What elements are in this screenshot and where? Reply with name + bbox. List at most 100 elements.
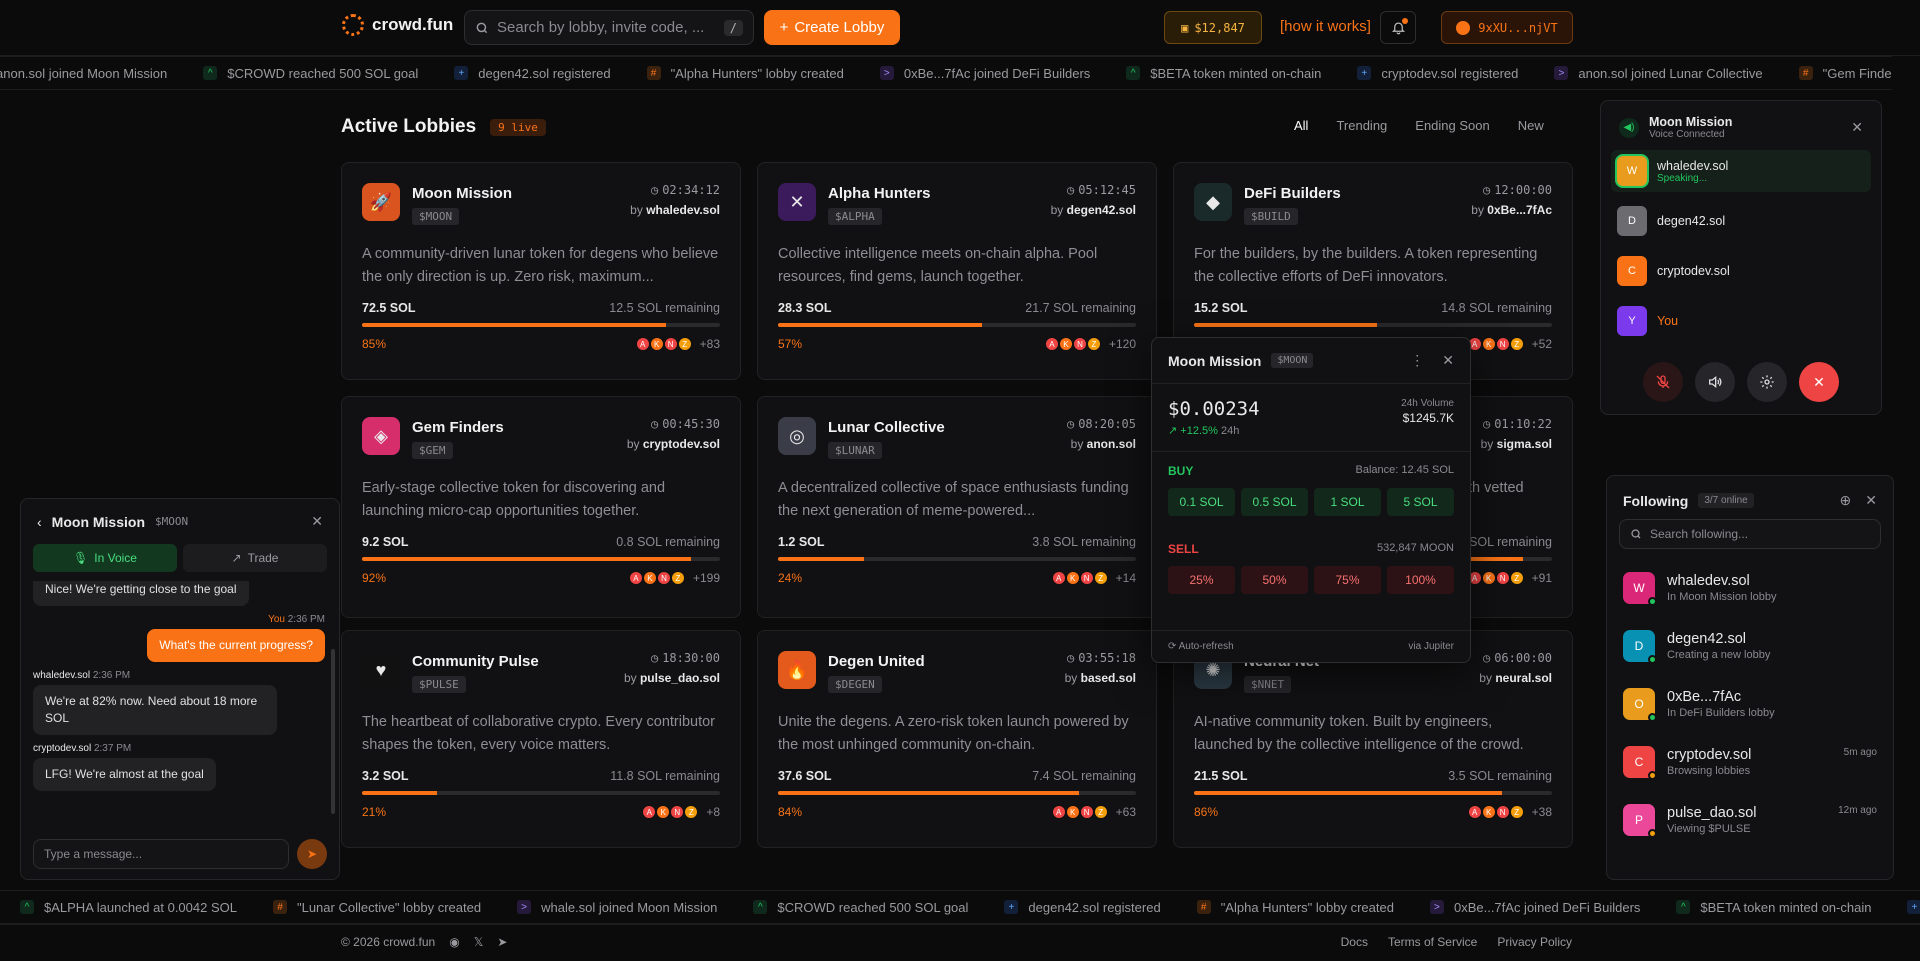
- voice-user[interactable]: D degen42.sol: [1611, 200, 1871, 242]
- avatar: N: [1079, 571, 1094, 585]
- volume-icon: [1709, 375, 1722, 389]
- search-input[interactable]: Search by lobby, invite code, ... /: [464, 10, 754, 45]
- token-icon: ✕: [778, 183, 816, 221]
- lobby-card[interactable]: ♥ Community Pulse $PULSE ◷ 18:30:00 by pu…: [341, 630, 741, 848]
- volume-value: $1245.7K: [1402, 411, 1454, 425]
- buy-option-button[interactable]: 0.1 SOL: [1168, 488, 1235, 516]
- lobby-card[interactable]: 🔥 Degen United $DEGEN ◷ 03:55:18 by based…: [757, 630, 1157, 848]
- following-name: degen42.sol: [1667, 631, 1747, 647]
- how-it-works-link[interactable]: [how it works]: [1280, 18, 1371, 35]
- ticker-item: # "Gem Finders" lobby created: [1798, 66, 1892, 81]
- ticker-text: anon.sol joined Moon Mission: [0, 65, 168, 81]
- sell-option-button[interactable]: 50%: [1241, 566, 1308, 594]
- ticker-text: cryptodev.sol registered: [1381, 65, 1519, 81]
- lobby-card[interactable]: ✕ Alpha Hunters $ALPHA ◷ 05:12:45 by dege…: [757, 162, 1157, 380]
- lobby-card[interactable]: ◈ Gem Finders $GEM ◷ 00:45:30 by cryptode…: [341, 396, 741, 618]
- filter-trending[interactable]: Trending: [1336, 118, 1387, 133]
- send-button[interactable]: ➤: [297, 839, 327, 869]
- chat-scrollbar[interactable]: [331, 649, 335, 814]
- filter-new[interactable]: New: [1518, 118, 1544, 133]
- privacy-link[interactable]: Privacy Policy: [1497, 935, 1572, 949]
- buy-option-button[interactable]: 0.5 SOL: [1241, 488, 1308, 516]
- tab-trade[interactable]: ↗ Trade: [183, 544, 327, 572]
- avatar-initial: P: [1634, 813, 1643, 827]
- lobby-card[interactable]: 🚀 Moon Mission $MOON ◷ 02:34:12 by whaled…: [341, 162, 741, 380]
- following-user[interactable]: D degen42.sol Creating a new lobby: [1607, 617, 1893, 675]
- following-title: Following: [1623, 492, 1689, 509]
- filter-ending-soon[interactable]: Ending Soon: [1415, 118, 1489, 133]
- search-placeholder: Search by lobby, invite code, ...: [497, 19, 705, 36]
- sell-option-button[interactable]: 75%: [1314, 566, 1381, 594]
- following-user[interactable]: W whaledev.sol In Moon Mission lobby: [1607, 559, 1893, 617]
- following-user[interactable]: O 0xBe...7fAc In DeFi Builders lobby: [1607, 675, 1893, 733]
- following-user[interactable]: C cryptodev.sol Browsing lobbies 5m ago: [1607, 733, 1893, 791]
- create-lobby-button[interactable]: + Create Lobby: [764, 10, 900, 45]
- wallet-button[interactable]: 9xXU...njVT: [1441, 11, 1573, 44]
- creator-name[interactable]: based.sol: [1081, 671, 1136, 685]
- close-icon: ✕: [1813, 373, 1825, 390]
- balance-badge[interactable]: ▣ $12,847: [1164, 11, 1262, 44]
- close-icon[interactable]: ✕: [1851, 119, 1863, 136]
- close-icon[interactable]: ✕: [311, 513, 323, 530]
- creator-name[interactable]: 0xBe...7fAc: [1487, 203, 1552, 217]
- lobby-name: Degen United: [828, 653, 925, 670]
- following-name: pulse_dao.sol: [1667, 805, 1757, 821]
- avatar: A: [1051, 571, 1066, 585]
- raised-amount: 1.2 SOL: [778, 535, 825, 549]
- activity-icon: >: [1429, 900, 1444, 914]
- progress-bar: [362, 557, 720, 561]
- terms-link[interactable]: Terms of Service: [1388, 935, 1477, 949]
- following-user[interactable]: P pulse_dao.sol Viewing $PULSE 12m ago: [1607, 791, 1893, 849]
- lobby-card[interactable]: ◎ Lunar Collective $LUNAR ◷ 08:20:05 by a…: [757, 396, 1157, 618]
- notifications-button[interactable]: [1380, 11, 1416, 44]
- creator-name[interactable]: pulse_dao.sol: [640, 671, 720, 685]
- ticker-text: $BETA token minted on-chain: [1700, 899, 1872, 915]
- tab-in-voice[interactable]: 🎙 In Voice: [33, 544, 177, 572]
- leave-voice-button[interactable]: ✕: [1799, 362, 1839, 402]
- trend-icon: ↗: [231, 551, 242, 565]
- creator-name[interactable]: cryptodev.sol: [643, 437, 720, 451]
- buy-option-button[interactable]: 1 SOL: [1314, 488, 1381, 516]
- creator-name[interactable]: whaledev.sol: [646, 203, 720, 217]
- filter-all[interactable]: All: [1294, 118, 1308, 133]
- clock-icon: ◷: [1066, 183, 1075, 197]
- message-list[interactable]: Nice! We're getting close to the goal You…: [21, 581, 339, 826]
- x-icon[interactable]: 𝕏: [474, 935, 484, 949]
- speaker-button[interactable]: [1695, 362, 1735, 402]
- logo[interactable]: crowd.fun: [342, 14, 453, 36]
- mute-mic-button[interactable]: [1643, 362, 1683, 402]
- lobby-description: Unite the degens. A zero-risk token laun…: [778, 714, 1129, 753]
- docs-link[interactable]: Docs: [1341, 935, 1368, 949]
- status-dot: [1648, 829, 1657, 838]
- discord-icon[interactable]: ◉: [449, 935, 459, 949]
- following-name: whaledev.sol: [1667, 573, 1750, 589]
- ticker-item: ^ $CROWD reached 500 SOL goal: [203, 66, 418, 81]
- creator-name[interactable]: sigma.sol: [1497, 437, 1552, 451]
- following-list: W whaledev.sol In Moon Mission lobby D d…: [1607, 559, 1893, 849]
- message-input[interactable]: Type a message...: [33, 839, 289, 869]
- add-user-icon[interactable]: ⊕: [1840, 492, 1852, 509]
- voice-user-name: cryptodev.sol: [1657, 264, 1730, 278]
- tab-trade-label: Trade: [247, 551, 279, 565]
- voice-user[interactable]: W whaledev.sol Speaking...: [1611, 150, 1871, 192]
- close-icon[interactable]: ✕: [1865, 492, 1877, 509]
- sell-option-button[interactable]: 25%: [1168, 566, 1235, 594]
- more-icon[interactable]: ⋮: [1410, 352, 1424, 369]
- settings-button[interactable]: [1747, 362, 1787, 402]
- sell-option-button[interactable]: 100%: [1387, 566, 1454, 594]
- voice-user[interactable]: C cryptodev.sol: [1611, 250, 1871, 292]
- avatar: P: [1623, 804, 1657, 838]
- voice-user-name: whaledev.sol: [1657, 158, 1729, 173]
- creator-name[interactable]: degen42.sol: [1067, 203, 1136, 217]
- back-icon[interactable]: ‹: [37, 514, 42, 530]
- participant-count: +91: [1531, 571, 1552, 585]
- following-search-input[interactable]: Search following...: [1619, 519, 1881, 549]
- auto-refresh-toggle[interactable]: ⟳ Auto-refresh: [1168, 641, 1234, 652]
- buy-option-button[interactable]: 5 SOL: [1387, 488, 1454, 516]
- telegram-icon[interactable]: ➤: [497, 935, 507, 949]
- creator-name[interactable]: neural.sol: [1495, 671, 1552, 685]
- creator-name[interactable]: anon.sol: [1087, 437, 1136, 451]
- price-change: +12.5%: [1180, 425, 1218, 437]
- close-icon[interactable]: ✕: [1442, 352, 1454, 369]
- voice-user[interactable]: Y You: [1611, 300, 1871, 342]
